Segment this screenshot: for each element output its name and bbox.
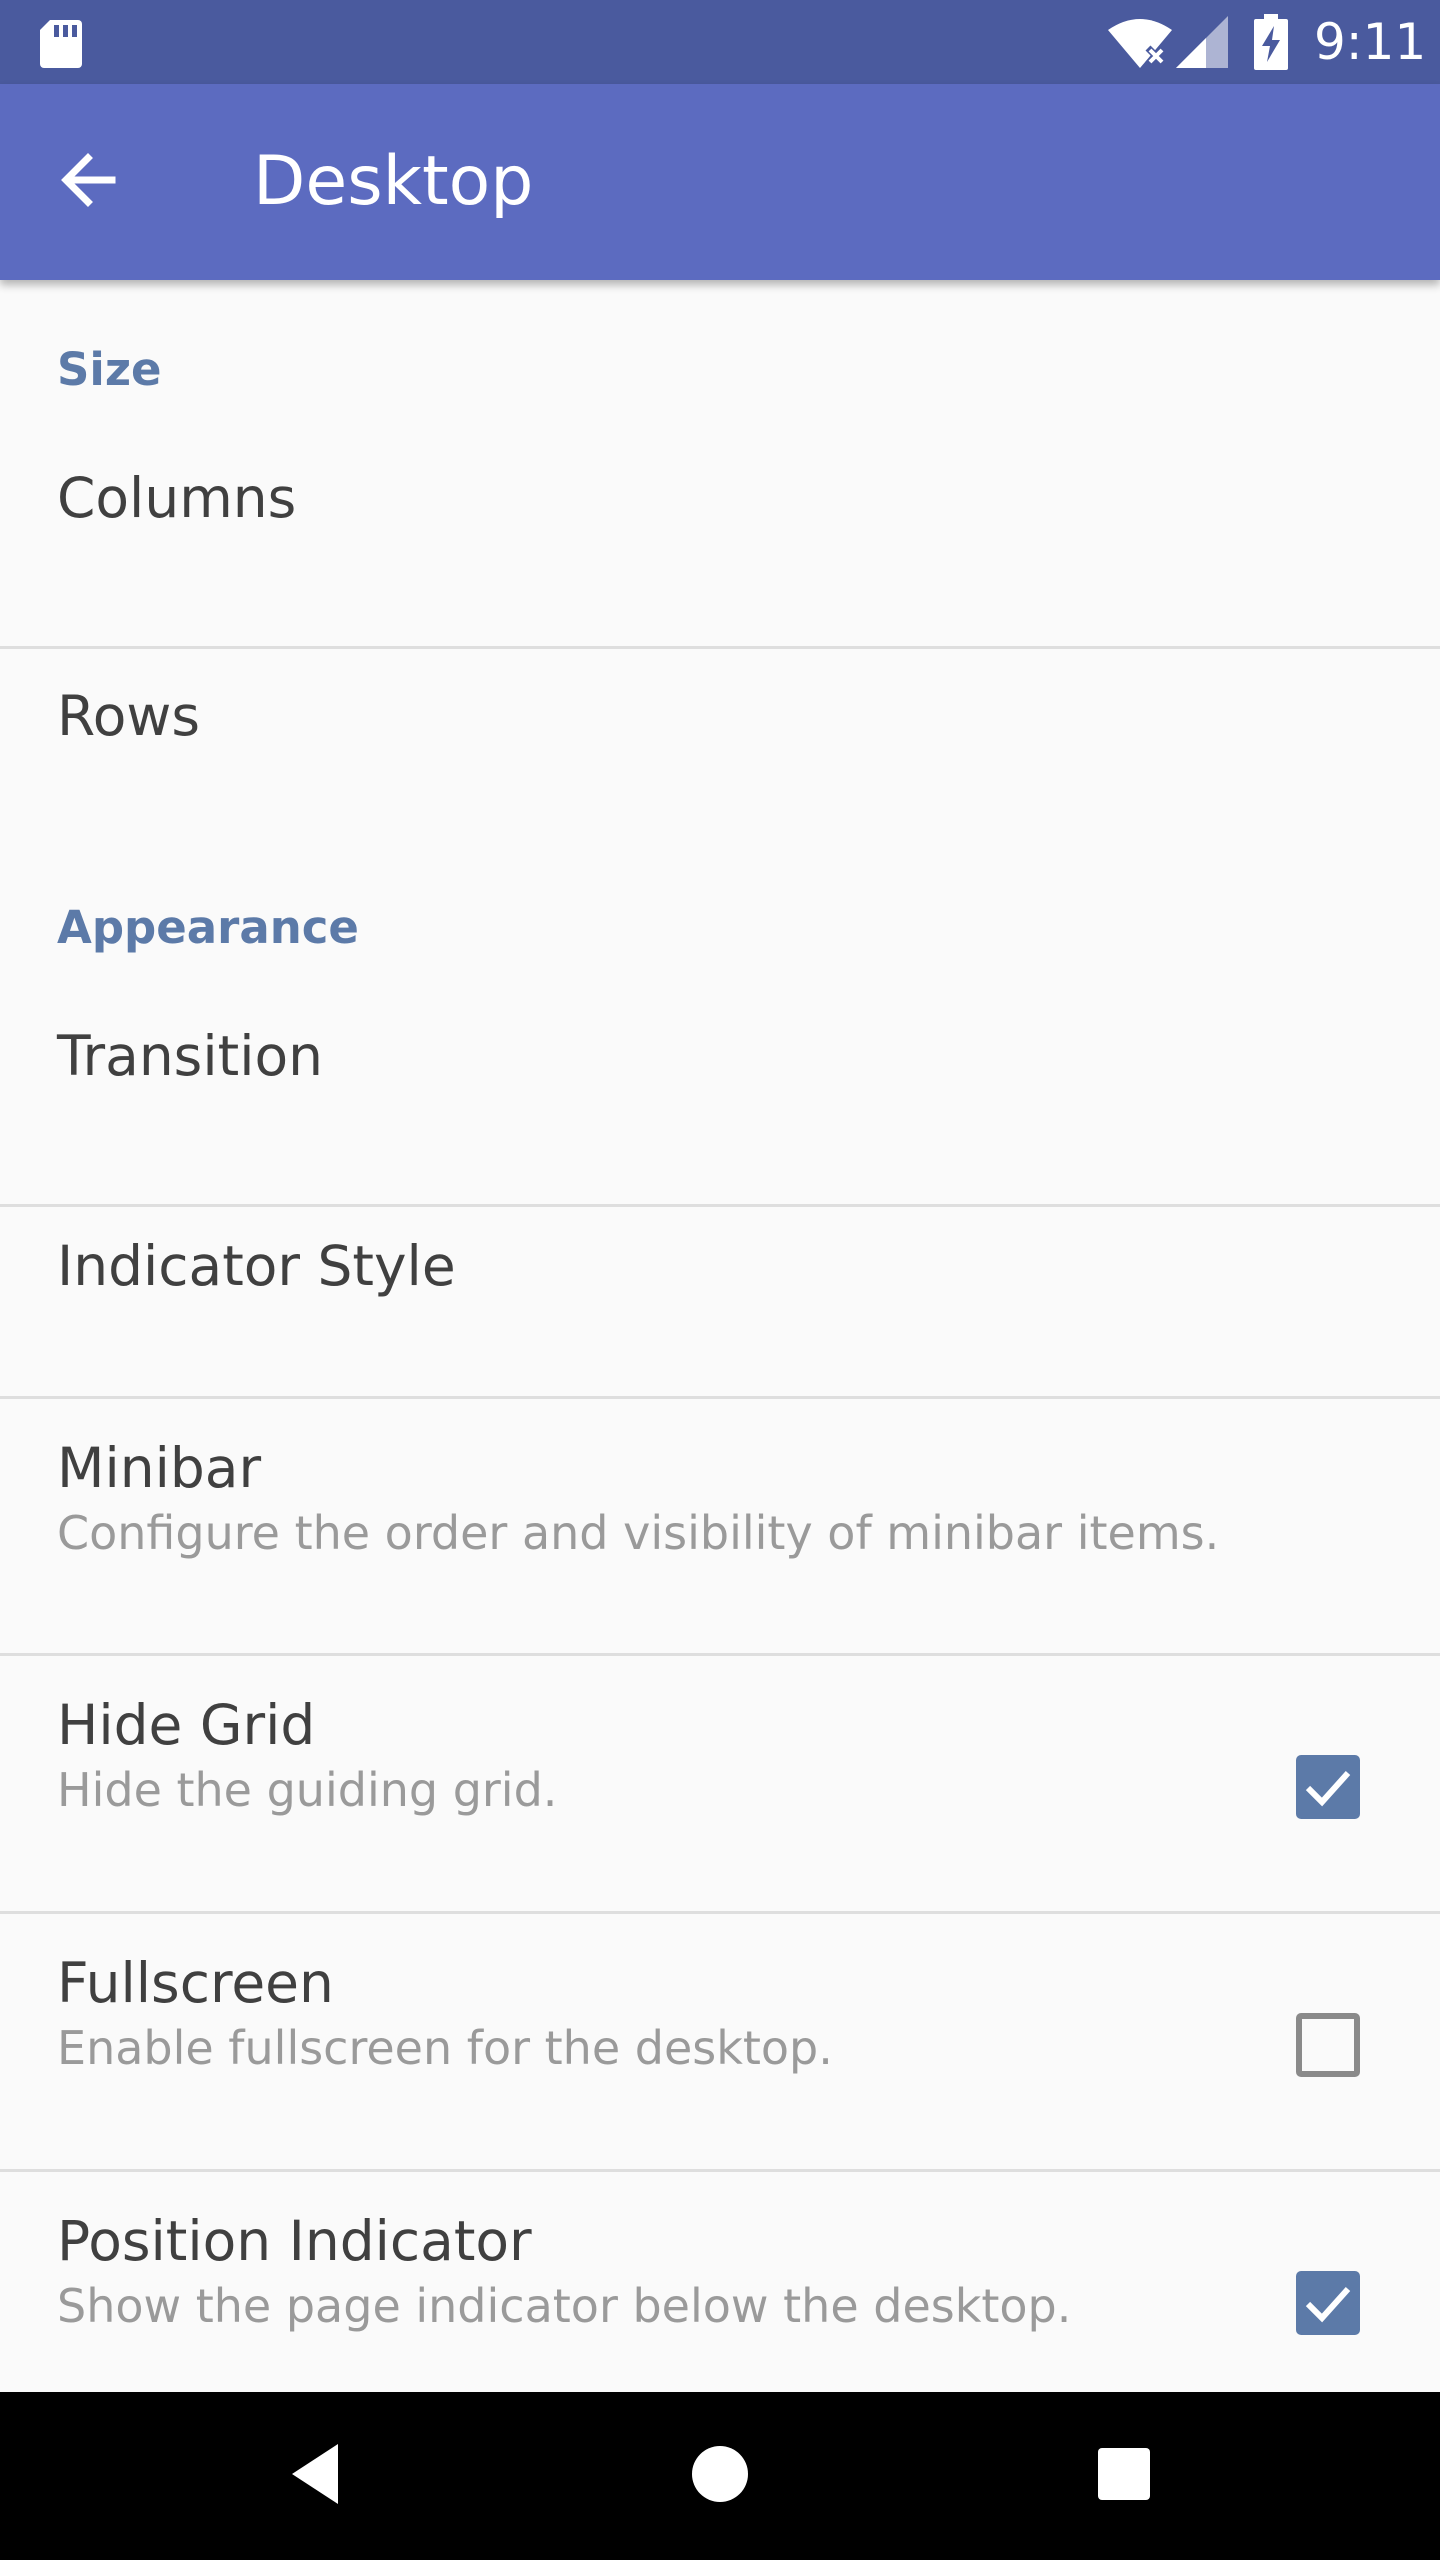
pref-title: Columns bbox=[57, 466, 297, 530]
arrow-back-icon bbox=[58, 150, 118, 214]
pref-title: Position Indicator bbox=[57, 2209, 532, 2273]
position-indicator-checkbox[interactable] bbox=[1296, 2271, 1360, 2335]
status-bar: 9:11 bbox=[0, 0, 1440, 84]
section-header-size: Size bbox=[57, 343, 162, 396]
pref-title: Rows bbox=[57, 684, 201, 748]
section-header-appearance: Appearance bbox=[57, 901, 359, 954]
pref-summary: Hide the guiding grid. bbox=[57, 1763, 558, 1817]
pref-title: Fullscreen bbox=[57, 1951, 334, 2015]
pref-summary: Configure the order and visibility of mi… bbox=[57, 1506, 1220, 1560]
fullscreen-checkbox[interactable] bbox=[1296, 2013, 1360, 2077]
pref-minibar[interactable]: Minibar Configure the order and visibili… bbox=[0, 1399, 1440, 1653]
sd-card-icon bbox=[40, 20, 82, 72]
recents-square-icon bbox=[1097, 2447, 1151, 2505]
nav-recents-button[interactable] bbox=[1044, 2392, 1204, 2560]
checkmark-icon bbox=[1305, 2286, 1351, 2323]
battery-charging-icon bbox=[1254, 14, 1288, 74]
pref-columns[interactable]: Columns bbox=[0, 440, 1440, 562]
pref-summary: Show the page indicator below the deskto… bbox=[57, 2279, 1072, 2333]
back-triangle-icon bbox=[288, 2442, 344, 2510]
pref-title: Indicator Style bbox=[57, 1234, 456, 1298]
pref-summary: Enable fullscreen for the desktop. bbox=[57, 2021, 833, 2075]
nav-home-button[interactable] bbox=[640, 2392, 800, 2560]
back-button[interactable] bbox=[40, 134, 136, 230]
checkmark-icon bbox=[1305, 1770, 1351, 1807]
cell-signal-icon bbox=[1176, 16, 1228, 72]
pref-title: Hide Grid bbox=[57, 1693, 316, 1757]
settings-list: Size Columns Rows Appearance Transition … bbox=[0, 280, 1440, 2392]
wifi-icon bbox=[1108, 18, 1172, 72]
home-circle-icon bbox=[690, 2444, 750, 2508]
navigation-bar bbox=[0, 2392, 1440, 2560]
pref-title: Transition bbox=[57, 1024, 323, 1088]
hide-grid-checkbox[interactable] bbox=[1296, 1755, 1360, 1819]
pref-fullscreen[interactable]: Fullscreen Enable fullscreen for the des… bbox=[0, 1914, 1440, 2169]
nav-back-button[interactable] bbox=[236, 2392, 396, 2560]
pref-hide-grid[interactable]: Hide Grid Hide the guiding grid. bbox=[0, 1656, 1440, 1911]
pref-indicator-style[interactable]: Indicator Style bbox=[0, 1207, 1440, 1396]
pref-rows[interactable]: Rows bbox=[0, 649, 1440, 839]
page-title: Desktop bbox=[253, 142, 534, 221]
pref-position-indicator[interactable]: Position Indicator Show the page indicat… bbox=[0, 2172, 1440, 2392]
app-bar: Desktop bbox=[0, 84, 1440, 280]
status-time: 9:11 bbox=[1314, 13, 1427, 71]
pref-title: Minibar bbox=[57, 1436, 262, 1500]
pref-transition[interactable]: Transition bbox=[0, 1000, 1440, 1204]
